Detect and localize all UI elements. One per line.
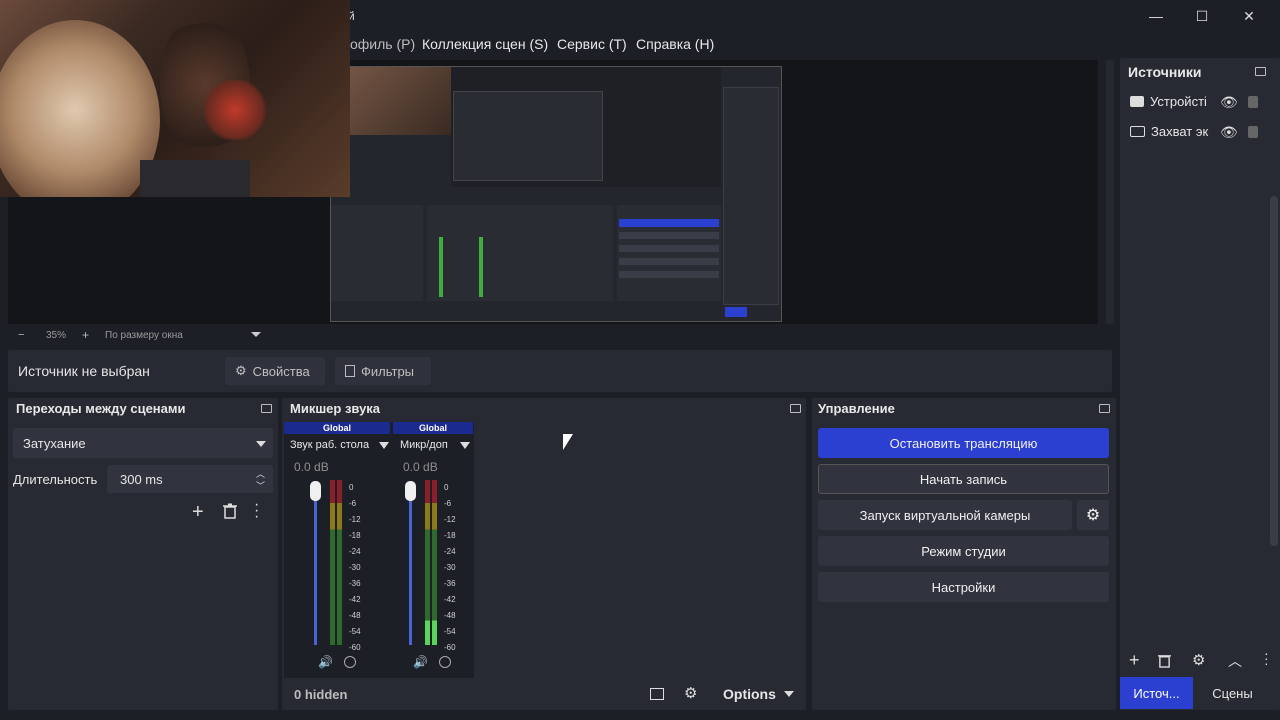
channel-name: Звук раб. стола — [290, 439, 370, 451]
channel-name: Микр/доп — [400, 439, 448, 451]
menu-scene-collection[interactable]: Коллекция сцен (S) — [422, 36, 548, 52]
no-source-label: Источник не выбран — [18, 363, 150, 379]
channel-header: Global — [284, 422, 390, 434]
properties-button[interactable]: ⚙ Свойства — [225, 357, 325, 385]
mouse-cursor — [563, 434, 573, 450]
menu-profile[interactable]: офиль (P) — [350, 36, 415, 52]
lock-icon[interactable] — [1248, 126, 1258, 138]
audio-meter — [330, 480, 335, 645]
monitor-icon — [1130, 126, 1145, 137]
start-record-button[interactable]: Начать запись — [818, 464, 1109, 494]
trash-icon[interactable] — [223, 503, 237, 519]
chevron-down-icon[interactable] — [256, 441, 266, 447]
lock-icon[interactable] — [1248, 96, 1258, 108]
chevron-up-icon[interactable]: ︿ — [1228, 651, 1242, 671]
meter-scale: 0 -6 -12 -18 -24 -30 -36 -42 -48 -54 -60 — [444, 483, 456, 652]
zoom-fit-select[interactable]: По размеру окна — [105, 330, 183, 341]
layout-icon[interactable] — [650, 688, 664, 700]
volume-slider[interactable] — [314, 485, 317, 645]
chevron-down-icon[interactable] — [379, 442, 389, 449]
chevron-down-icon[interactable] — [251, 332, 261, 337]
preview-scrollbar[interactable] — [1106, 60, 1114, 324]
headphones-icon[interactable] — [344, 656, 356, 668]
more-icon[interactable]: · · · — [254, 497, 259, 525]
chevron-down-icon[interactable] — [460, 442, 470, 449]
gear-icon[interactable]: ⚙ — [1077, 500, 1109, 530]
webcam-overlay — [0, 0, 350, 197]
meter-scale: 0 -6 -12 -18 -24 -30 -36 -42 -48 -54 -60 — [349, 483, 361, 652]
source-label: Устройсті — [1150, 94, 1207, 109]
zoom-out-button[interactable]: − — [18, 329, 24, 341]
more-icon[interactable]: · · · — [1264, 646, 1269, 670]
duration-value: 300 ms — [120, 472, 163, 487]
menu-tools[interactable]: Сервис (T) — [557, 36, 627, 52]
close-button[interactable]: ✕ — [1226, 4, 1272, 28]
tab-scenes[interactable]: Сцены — [1195, 677, 1270, 709]
volume-slider[interactable] — [409, 485, 412, 645]
add-icon[interactable]: + — [1129, 650, 1140, 671]
source-toolbar — [8, 350, 1112, 392]
eye-icon[interactable]: 👁 — [1220, 124, 1238, 141]
audio-meter — [337, 480, 342, 645]
filters-label: Фильтры — [361, 363, 415, 379]
settings-button[interactable]: Настройки — [818, 572, 1109, 602]
volume-knob[interactable] — [405, 481, 416, 501]
channel-header: Global — [393, 422, 473, 434]
eye-icon[interactable]: 👁 — [1220, 94, 1238, 111]
audio-meter — [432, 480, 437, 645]
add-icon[interactable]: + — [192, 501, 204, 524]
headphones-icon[interactable] — [439, 656, 451, 668]
zoom-in-button[interactable]: + — [82, 328, 89, 342]
obs-window: й — ☐ ✕ офиль (P) Коллекция сцен (S) Сер… — [0, 0, 1280, 720]
mixer-options-button[interactable]: Options — [723, 686, 776, 702]
float-icon[interactable] — [790, 404, 801, 413]
source-item[interactable]: Устройсті — [1130, 94, 1207, 109]
minimize-button[interactable]: — — [1133, 4, 1179, 28]
gear-icon: ⚙ — [235, 363, 247, 378]
transitions-title: Переходы между сценами — [16, 401, 186, 416]
source-label: Захват эк — [1151, 124, 1209, 139]
properties-label: Свойства — [252, 363, 310, 379]
camera-icon — [1130, 96, 1144, 107]
float-icon[interactable] — [1099, 404, 1110, 413]
channel-db: 0.0 dB — [403, 460, 438, 474]
filters-button[interactable]: Фильтры — [335, 357, 431, 385]
sources-scrollbar[interactable] — [1270, 196, 1278, 546]
stop-stream-button[interactable]: Остановить трансляцию — [818, 428, 1109, 458]
audio-meter — [425, 480, 430, 645]
filter-icon — [345, 365, 355, 377]
nested-preview-image — [330, 66, 782, 322]
tab-sources[interactable]: Источ... — [1120, 677, 1193, 709]
maximize-button[interactable]: ☐ — [1179, 4, 1225, 28]
channel-db: 0.0 dB — [294, 460, 329, 474]
advanced-audio-icon[interactable]: ⚙ — [684, 684, 697, 702]
transition-selected: Затухание — [23, 436, 86, 451]
duration-label: Длительность — [13, 472, 98, 487]
sources-title: Источники — [1128, 64, 1202, 80]
menu-help[interactable]: Справка (H) — [636, 36, 714, 52]
zoom-value: 35% — [46, 330, 67, 341]
float-icon[interactable] — [261, 404, 272, 413]
volume-knob[interactable] — [310, 481, 321, 501]
mixer-title: Микшер звука — [290, 401, 381, 416]
source-item[interactable]: Захват эк — [1130, 124, 1208, 139]
sources-dock — [1120, 58, 1280, 710]
chevron-down-icon[interactable]: ﹀ — [256, 479, 265, 492]
speaker-icon[interactable]: 🔊 — [318, 655, 333, 669]
chevron-down-icon[interactable] — [784, 691, 794, 697]
studio-mode-button[interactable]: Режим студии — [818, 536, 1109, 566]
gear-icon[interactable]: ⚙ — [1192, 651, 1205, 669]
transition-select[interactable]: Затухание — [13, 428, 273, 458]
controls-title: Управление — [818, 401, 895, 416]
virtual-camera-button[interactable]: Запуск виртуальной камеры — [818, 500, 1072, 530]
float-icon[interactable] — [1255, 67, 1266, 76]
duration-input[interactable]: 300 ms — [107, 465, 273, 493]
hidden-count: 0 hidden — [294, 687, 348, 702]
trash-icon[interactable] — [1158, 653, 1171, 673]
speaker-icon[interactable]: 🔊 — [413, 655, 428, 669]
